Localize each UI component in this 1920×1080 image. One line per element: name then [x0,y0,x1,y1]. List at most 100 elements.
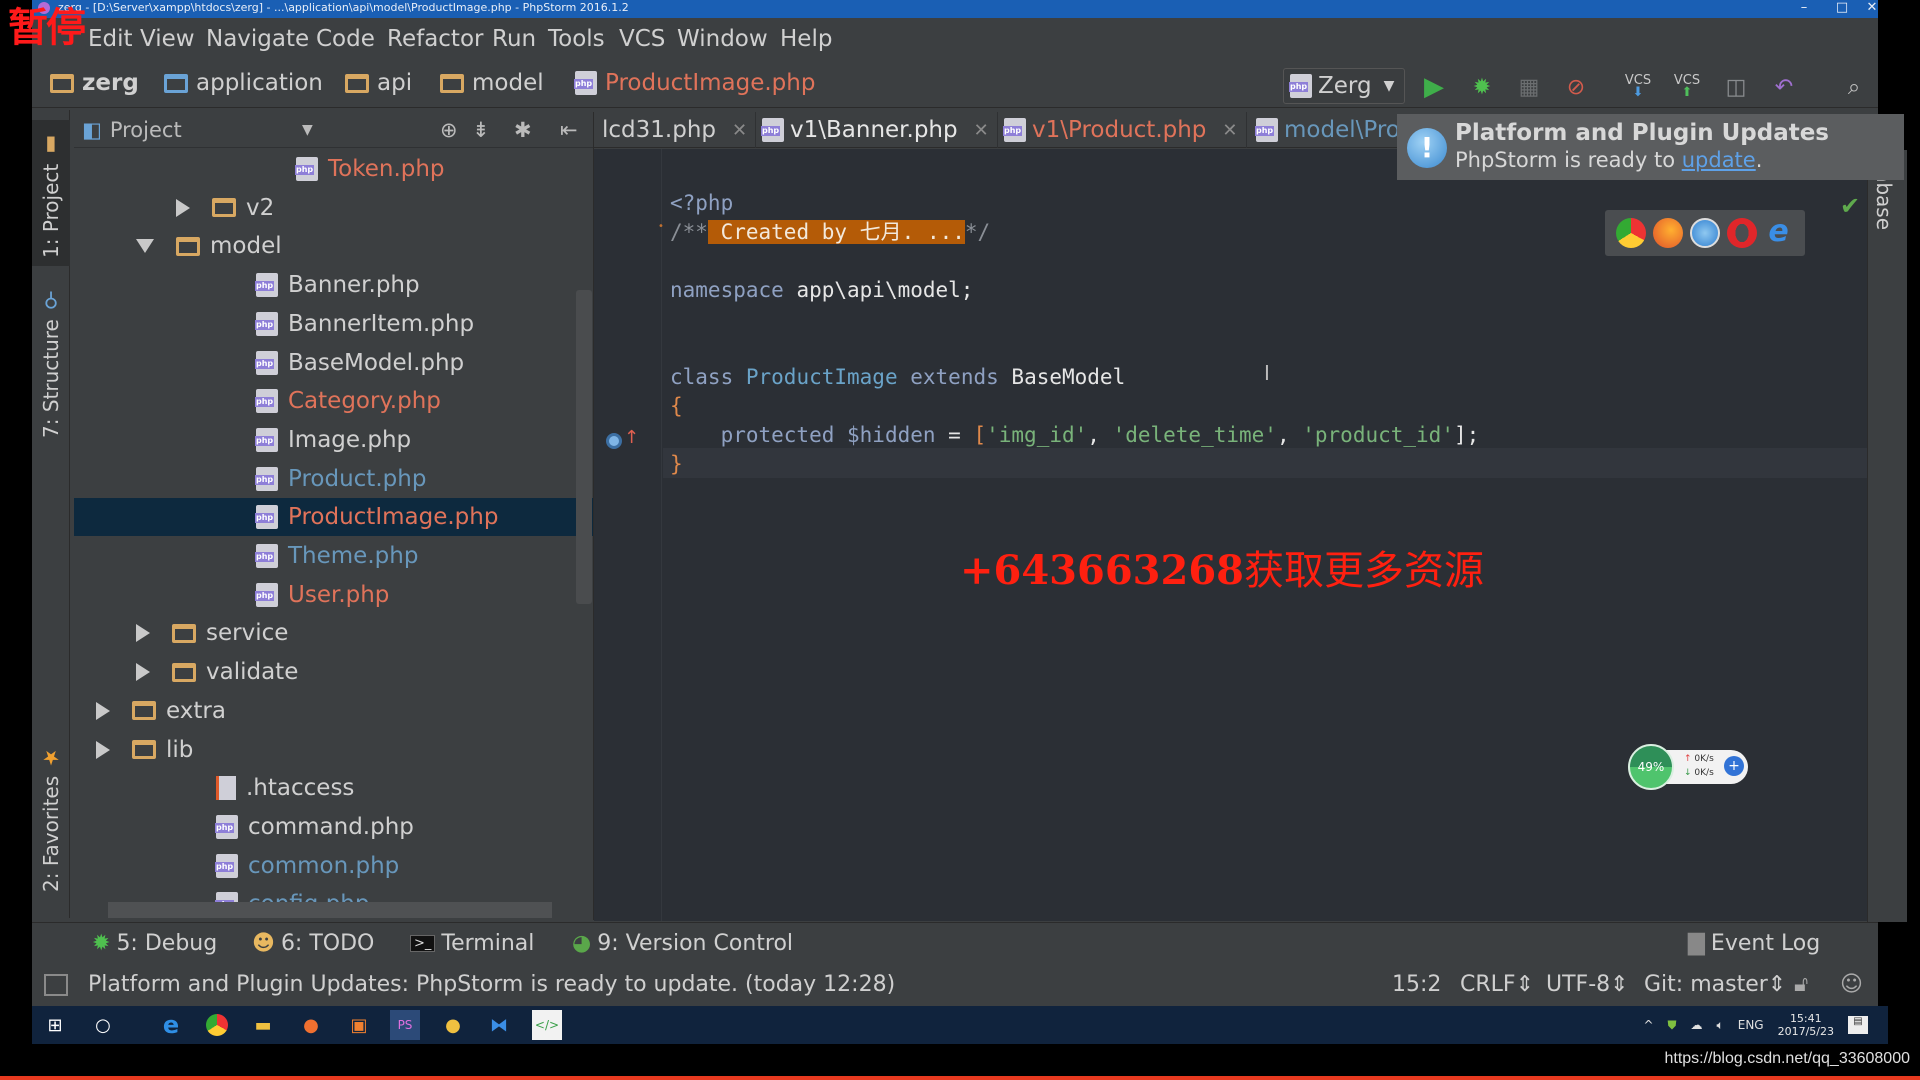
collapse-all-icon[interactable]: ⇟ [472,118,490,142]
close-tab-icon[interactable]: ✕ [974,120,989,141]
tree-folder[interactable]: validate [74,653,593,691]
tree-file[interactable]: User.php [74,576,593,614]
navicat-icon[interactable]: ● [438,1010,468,1040]
minimize-button[interactable]: – [1784,0,1824,18]
expand-arrow-right-icon[interactable] [136,663,150,682]
tree-folder[interactable]: service [74,614,593,652]
fold-marker-icon[interactable]: • [658,221,664,232]
close-tab-icon[interactable]: ✕ [1222,120,1237,141]
coverage-icon[interactable]: ▦ [1513,72,1545,102]
input-language[interactable]: ENG [1738,1018,1764,1032]
tree-vertical-scrollbar[interactable] [576,290,592,604]
chrome-icon[interactable] [206,1014,228,1036]
breadcrumb-model[interactable]: model [440,70,544,96]
breadcrumb-zerg[interactable]: zerg [50,70,139,96]
phpstorm-icon[interactable]: PS [390,1010,420,1040]
breadcrumb-api[interactable]: api [345,70,412,96]
chevron-down-icon[interactable]: ▼ [302,122,313,138]
tree-file[interactable]: Image.php [74,421,593,459]
tree-file[interactable]: BaseModel.php [74,344,593,382]
vcs-branch-select[interactable]: Git: master⇕ [1644,972,1786,997]
tree-folder[interactable]: lib [74,731,593,769]
revert-icon[interactable]: ↶ [1768,72,1800,102]
update-link[interactable]: update [1682,148,1756,172]
vscode-icon[interactable]: ⧓ [484,1010,514,1040]
windows-start-icon[interactable]: ⊞ [40,1010,70,1040]
menu-window[interactable]: Window [677,26,768,52]
menu-view[interactable]: View [140,26,195,52]
stop-debug-icon[interactable]: ⊘ [1560,72,1592,102]
menu-tools[interactable]: Tools [548,26,605,52]
implements-arrow-icon[interactable]: ↑ [624,427,639,448]
debug-icon[interactable]: ✹ [1466,72,1498,102]
expand-arrow-right-icon[interactable] [176,198,190,217]
breadcrumb-application[interactable]: application [164,70,323,96]
search-icon[interactable]: ⌕ [1838,72,1870,102]
firefox-icon[interactable] [1653,218,1684,248]
menu-edit[interactable]: Edit [88,26,133,52]
expand-arrow-right-icon[interactable] [96,701,110,720]
tree-file[interactable]: Product.php [74,460,593,498]
hide-panel-icon[interactable]: ⇤ [560,118,578,142]
tray-expand-icon[interactable]: ^ [1643,1018,1653,1032]
tree-horizontal-scrollbar[interactable] [108,902,552,918]
close-tab-icon[interactable]: ✕ [732,120,747,141]
tool-window-todo[interactable]: ☻ 6: TODO [252,931,374,956]
tool-tab-project[interactable]: 1: Project ▮ [32,120,70,266]
menu-refactor[interactable]: Refactor [387,26,483,52]
clock[interactable]: 15:41 2017/5/23 [1778,1012,1834,1038]
tree-folder[interactable]: model [74,227,593,265]
xampp-icon[interactable]: ▣ [344,1010,374,1040]
opera-icon[interactable] [1726,218,1757,248]
tree-file[interactable]: BannerItem.php [74,305,593,343]
line-separator-select[interactable]: CRLF⇕ [1460,972,1534,997]
tree-folder[interactable]: extra [74,692,593,730]
gear-icon[interactable]: ✱ [514,118,532,142]
expand-arrow-right-icon[interactable] [136,624,150,643]
toggle-tool-windows-icon[interactable] [44,974,68,996]
event-log-button[interactable]: ▇ Event Log [1688,931,1820,956]
expand-arrow-down-icon[interactable] [136,239,154,254]
tool-window-version-control[interactable]: ◕ 9: Version Control [572,931,793,956]
inspection-ok-icon[interactable]: ✔ [1840,192,1860,220]
tree-file[interactable]: command.php [74,808,593,846]
run-configuration-select[interactable]: Zerg ▼ [1283,68,1405,104]
menu-code[interactable]: Code [316,26,375,52]
vcs-commit-icon[interactable]: VCS ⬆ [1671,72,1703,102]
run-icon[interactable]: ▶ [1418,72,1450,102]
editor-tab[interactable]: lcd31.php ✕ [594,112,757,148]
close-button[interactable]: ✕ [1852,0,1892,18]
tree-file[interactable]: Theme.php [74,537,593,575]
tree-folder[interactable]: v2 [74,189,593,227]
tree-file[interactable]: Category.php [74,382,593,420]
tool-tab-structure[interactable]: 7: Structure ⚲ [32,289,70,446]
menu-help[interactable]: Help [780,26,832,52]
editor-tab[interactable]: v1\Product.php ✕ [996,112,1247,148]
menu-run[interactable]: Run [492,26,536,52]
scroll-from-source-icon[interactable]: ⊕ [440,118,458,142]
tool-window-terminal[interactable]: >_ Terminal [410,931,534,956]
history-icon[interactable]: ◫ [1720,72,1752,102]
vcs-update-icon[interactable]: VCS ⬇ [1622,72,1654,102]
lock-icon[interactable]: 🔓︎ [1794,972,1808,997]
volume-icon[interactable]: 🔈︎ [1717,1018,1724,1033]
tree-file[interactable]: .htaccess [74,769,593,807]
editor-tab[interactable]: model\Pro [1248,112,1408,148]
tree-file[interactable]: ProductImage.php [74,498,593,537]
chrome-icon[interactable] [1616,218,1647,248]
security-shield-icon[interactable]: ⛊ [1668,1018,1677,1033]
menu-vcs[interactable]: VCS [619,26,665,52]
tree-file[interactable]: Banner.php [74,266,593,304]
tool-window-debug[interactable]: ✹ 5: Debug [92,931,217,956]
code-editor[interactable]: ↑ • <?php /** Created by 七月. ...*/ names… [594,149,1867,921]
project-view-select[interactable]: Project [110,118,182,142]
editor-tab[interactable]: v1\Banner.php ✕ [754,112,998,148]
override-marker-icon[interactable] [606,433,622,449]
file-explorer-icon[interactable]: ▬ [248,1010,278,1040]
caret-position[interactable]: 15:2 [1392,972,1441,997]
network-icon[interactable]: ☁ [1691,1018,1703,1032]
code-editor-icon[interactable]: </> [532,1010,562,1040]
status-message[interactable]: Platform and Plugin Updates: PhpStorm is… [88,972,895,997]
inspector-icon[interactable]: ☺ [1840,972,1863,997]
action-center-icon[interactable]: ▤ [1848,1016,1868,1034]
